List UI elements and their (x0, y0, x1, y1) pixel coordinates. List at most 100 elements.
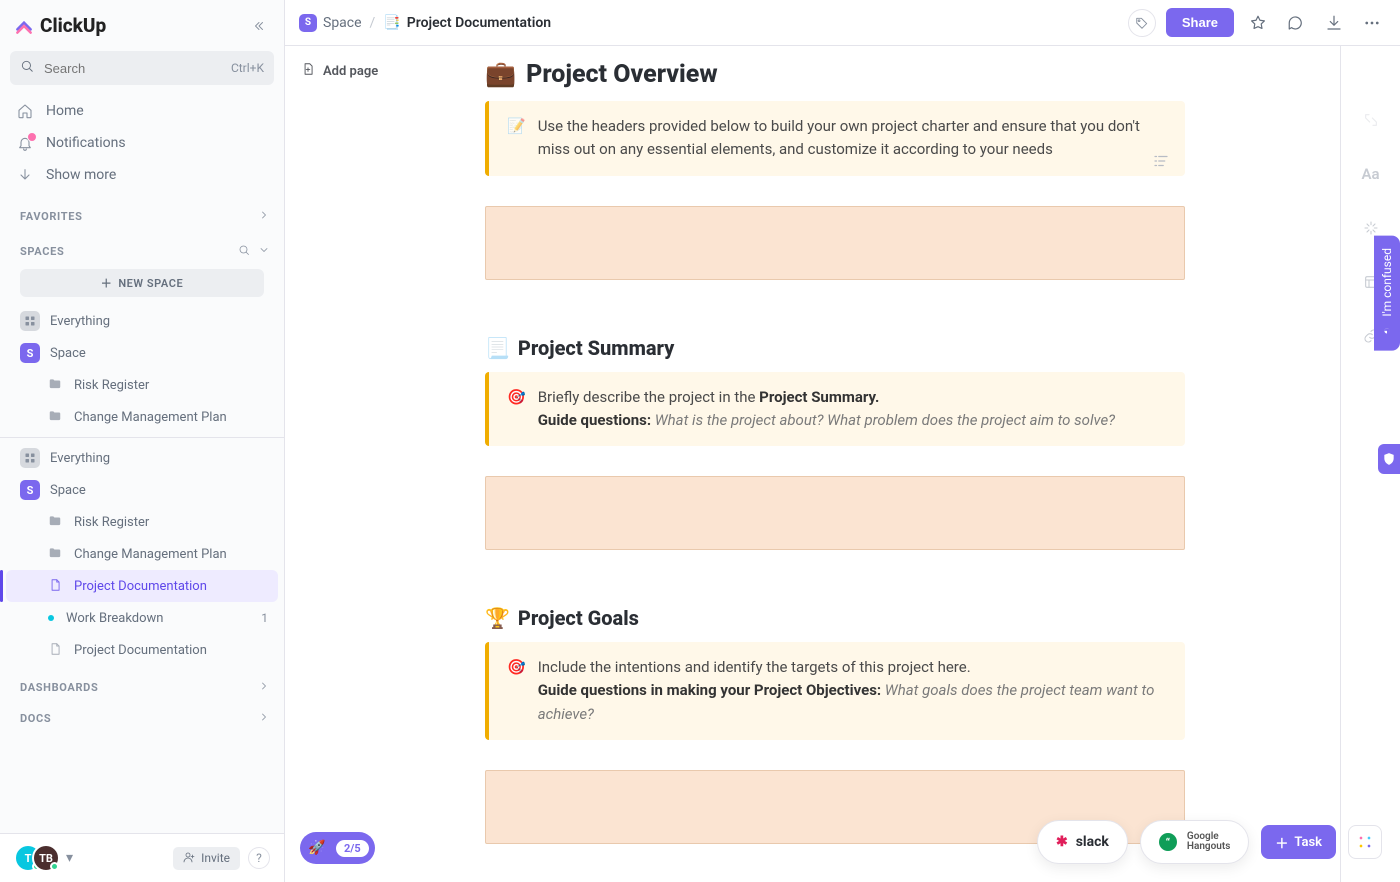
clock-icon: ◔ (1380, 325, 1394, 339)
tree-change-plan[interactable]: Change Management Plan (6, 401, 278, 433)
star-button[interactable] (1244, 9, 1272, 37)
hangouts-icon: “ (1159, 833, 1177, 851)
chevron-down-icon[interactable] (258, 244, 270, 259)
nav-show-more-label: Show more (46, 167, 116, 183)
folder-icon (48, 377, 64, 393)
tag-button[interactable] (1128, 9, 1156, 37)
search-icon (20, 59, 34, 77)
tree-space[interactable]: S Space (6, 337, 278, 369)
callout-overview[interactable]: 📝 Use the headers provided below to buil… (485, 101, 1185, 176)
collapse-sidebar-button[interactable] (248, 15, 270, 37)
tree-risk-register[interactable]: Risk Register (6, 369, 278, 401)
share-button[interactable]: Share (1166, 8, 1234, 37)
empty-content-block[interactable] (485, 206, 1185, 280)
tree-space-2[interactable]: S Space (6, 474, 278, 506)
sidebar-footer: T TB ▾ Invite ? (0, 833, 284, 882)
more-button[interactable] (1358, 9, 1386, 37)
nav-notifications-label: Notifications (46, 135, 126, 151)
memo-icon: 📝 (507, 115, 526, 162)
tree-everything-2[interactable]: Everything (6, 442, 278, 474)
hangouts-chip[interactable]: “ GoogleHangouts (1140, 820, 1249, 864)
breadcrumb: S Space / 📑 Project Documentation (299, 14, 551, 32)
slack-icon: ✱ (1056, 834, 1068, 850)
callout-goals[interactable]: 🎯 Include the intentions and identify th… (485, 642, 1185, 740)
callout-summary[interactable]: 🎯 Briefly describe the project in the Pr… (485, 372, 1185, 447)
logo[interactable]: ClickUp (14, 14, 106, 37)
nav-home-label: Home (46, 103, 84, 119)
folder-icon (48, 409, 64, 425)
heading-project-summary[interactable]: 📃 Project Summary (485, 336, 1185, 360)
nav-home[interactable]: Home (6, 95, 278, 127)
typography-button[interactable]: Aa (1357, 160, 1385, 188)
chevron-down-icon[interactable]: ▾ (66, 850, 73, 866)
item-count: 1 (261, 611, 268, 625)
add-page-button[interactable]: Add page (295, 58, 475, 84)
page-icon: 📃 (485, 336, 510, 360)
tree-project-documentation-2[interactable]: Project Documentation (6, 634, 278, 666)
search-spaces-icon[interactable] (238, 244, 250, 259)
heading-project-overview[interactable]: 💼 Project Overview (485, 60, 1185, 89)
tree-change-plan-2[interactable]: Change Management Plan (6, 538, 278, 570)
breadcrumb-space[interactable]: S Space (299, 14, 362, 32)
grid-icon (20, 448, 40, 468)
privacy-shield-button[interactable] (1378, 444, 1400, 474)
apps-button[interactable] (1348, 825, 1382, 859)
page-plus-icon (301, 62, 315, 80)
new-space-button[interactable]: ＋ NEW SPACE (20, 269, 264, 297)
new-task-button[interactable]: ＋ Task (1261, 825, 1336, 859)
empty-content-block[interactable] (485, 476, 1185, 550)
plus-icon: ＋ (1275, 833, 1288, 852)
slack-chip[interactable]: ✱ slack (1037, 820, 1128, 864)
brand-name: ClickUp (40, 14, 106, 37)
document-body[interactable]: 💼 Project Overview 📝 Use the headers pro… (485, 46, 1185, 844)
target-icon: 🎯 (507, 386, 526, 433)
list-dot-icon (48, 615, 54, 621)
tree-work-breakdown[interactable]: Work Breakdown 1 (6, 602, 278, 634)
help-button[interactable]: ? (248, 847, 270, 869)
doc-icon (48, 578, 64, 594)
section-docs[interactable]: DOCS (0, 705, 284, 736)
outline-button[interactable] (1152, 152, 1170, 174)
tree-everything[interactable]: Everything (6, 305, 278, 337)
folder-icon (48, 546, 64, 562)
tree-project-documentation[interactable]: Project Documentation (6, 570, 278, 602)
clickup-logo-icon (14, 16, 34, 36)
arrow-down-icon (16, 167, 34, 183)
bell-icon (16, 135, 34, 151)
section-dashboards[interactable]: DASHBOARDS (0, 666, 284, 705)
chevron-right-icon (258, 680, 270, 695)
chevron-right-icon (258, 209, 270, 224)
download-button[interactable] (1320, 9, 1348, 37)
onboarding-pill[interactable]: 🚀 2/5 (300, 832, 375, 864)
home-icon (16, 103, 34, 119)
doc-icon (48, 642, 64, 658)
tree-risk-register-2[interactable]: Risk Register (6, 506, 278, 538)
space-avatar: S (20, 480, 40, 500)
nav-notifications[interactable]: Notifications (6, 127, 278, 159)
invite-button[interactable]: Invite (173, 847, 240, 870)
grid-icon (20, 311, 40, 331)
breadcrumb-doc[interactable]: 📑 Project Documentation (383, 15, 551, 31)
heading-project-goals[interactable]: 🏆 Project Goals (485, 606, 1185, 630)
search-input-container[interactable]: Ctrl+K (10, 51, 274, 85)
space-avatar: S (299, 14, 317, 32)
doc-emoji-icon: 📑 (383, 15, 400, 31)
plus-icon: ＋ (101, 275, 113, 291)
nav-show-more[interactable]: Show more (6, 159, 278, 191)
rocket-icon: 🚀 (306, 837, 328, 859)
section-spaces[interactable]: SPACES (0, 230, 284, 265)
avatar[interactable]: TB (32, 844, 60, 872)
comment-button[interactable] (1282, 9, 1310, 37)
im-confused-button[interactable]: ◔ I'm confused (1374, 236, 1400, 351)
sidebar: ClickUp Ctrl+K Home Notifications Show m… (0, 0, 285, 882)
chevron-right-icon (258, 711, 270, 726)
target-icon: 🎯 (507, 656, 526, 726)
user-plus-icon (183, 851, 195, 866)
folder-icon (48, 514, 64, 530)
search-input[interactable] (42, 60, 223, 77)
section-favorites[interactable]: FAVORITES (0, 195, 284, 230)
page-tree-panel: Add page (285, 46, 485, 882)
trophy-icon: 🏆 (485, 606, 510, 630)
expand-icon[interactable] (1357, 106, 1385, 134)
avatar-group[interactable]: T TB ▾ (14, 844, 73, 872)
